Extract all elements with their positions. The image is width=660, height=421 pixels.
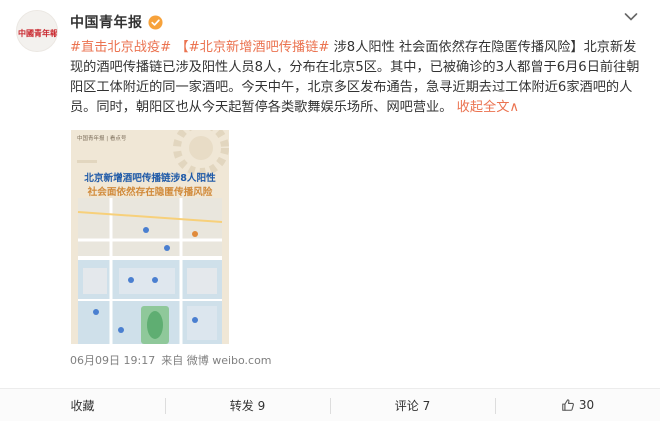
avatar-logo-text: 中國青年報 [18, 28, 58, 38]
verified-badge-icon [147, 14, 163, 30]
action-bar: 收藏 转发 9 评论 7 30 [0, 388, 660, 421]
comment-label: 评论 7 [394, 398, 431, 413]
repost-label: 转发 9 [229, 398, 266, 413]
like-count: 30 [578, 398, 595, 412]
collect-label: 收藏 [70, 398, 95, 413]
weibo-post-card: 中國青年報 中国青年报 #直击北京战疫# 【#北京新增酒吧传播链# 涉8人阳性 … [0, 0, 660, 421]
chevron-down-icon[interactable] [624, 12, 638, 22]
hashtag-link[interactable]: #直击北京战疫# [70, 40, 171, 55]
thumbs-up-icon [562, 399, 574, 411]
account-name[interactable]: 中国青年报 [70, 12, 143, 32]
collect-button[interactable]: 收藏 [0, 389, 165, 421]
image-title-line2: 社会面依然存在隐匿传播风险 [87, 187, 213, 198]
avatar[interactable]: 中國青年報 [16, 10, 58, 52]
post-text: #直击北京战疫# 【#北京新增酒吧传播链# 涉8人阳性 社会面依然存在隐匿传播风… [70, 38, 642, 118]
post-meta: 06月09日 19:17 来自 微博 weibo.com [70, 352, 272, 368]
post-image[interactable]: 中国青年报 | 看点号 北京新增酒吧传播链涉8人阳性 社会面依然存在隐匿传播风险 [71, 130, 229, 344]
hashtag-link[interactable]: 【#北京新增酒吧传播链# [175, 40, 329, 55]
repost-button[interactable]: 转发 9 [165, 389, 330, 421]
post-source[interactable]: 来自 微博 weibo.com [161, 352, 271, 368]
collapse-text-link[interactable]: 收起全文∧ [457, 100, 519, 115]
like-button[interactable]: 30 [495, 389, 660, 421]
image-title-line1: 北京新增酒吧传播链涉8人阳性 [84, 173, 216, 184]
post-image-graphic [71, 130, 229, 344]
comment-button[interactable]: 评论 7 [330, 389, 495, 421]
account-header: 中国青年报 [70, 12, 163, 32]
post-time[interactable]: 06月09日 19:17 [70, 352, 155, 368]
logo-avatar-image: 中國青年報 [17, 11, 58, 51]
image-brand-label: 中国青年报 | 看点号 [77, 136, 127, 142]
